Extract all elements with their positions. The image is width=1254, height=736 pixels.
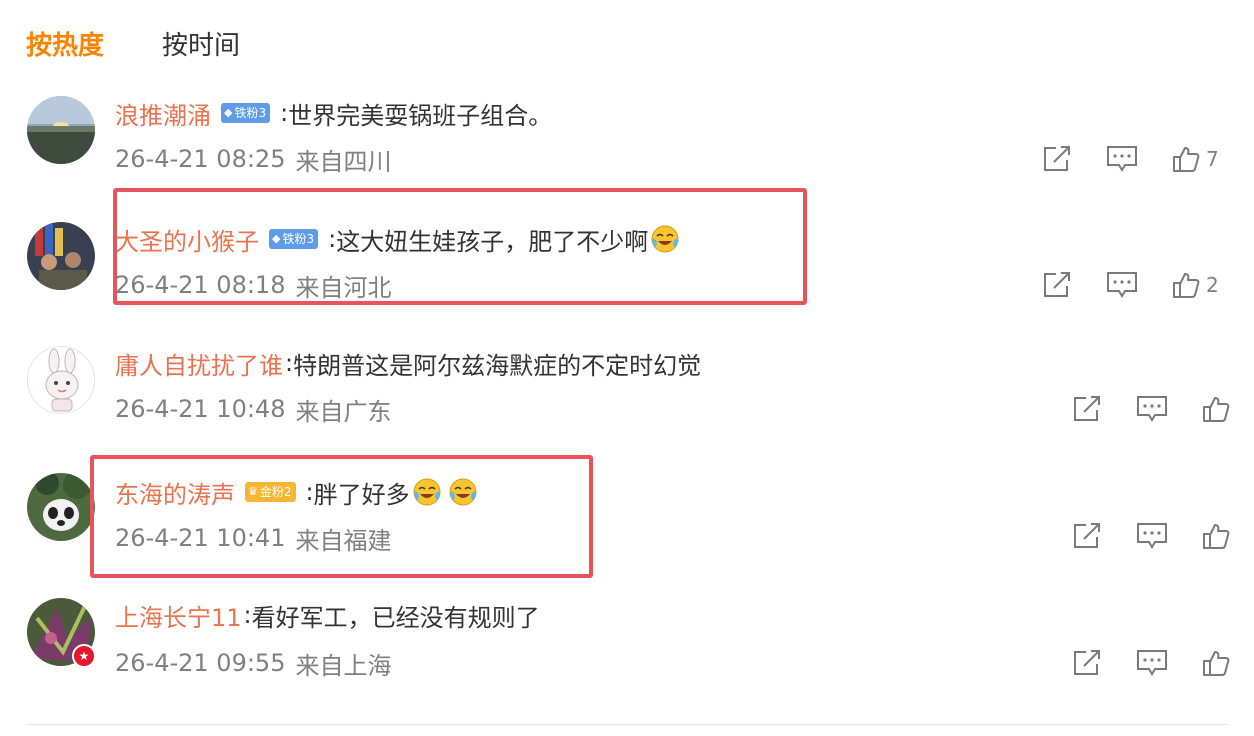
avatar[interactable] <box>27 222 95 290</box>
comment-meta: 26-4-21 10:41 来自福建 <box>115 521 391 555</box>
location: 来自福建 <box>295 526 392 555</box>
comment-line: 上海长宁11 : 看好军工，已经没有规则了 <box>115 598 540 632</box>
share-button[interactable] <box>1042 271 1072 299</box>
separator: : <box>243 601 252 629</box>
share-icon <box>1074 523 1100 548</box>
comment-item: 庸人自扰扰了谁 : 特朗普这是阿尔兹海默症的不定时幻觉 26-4-21 10:4… <box>0 346 1254 446</box>
separator: : <box>305 478 314 506</box>
share-button[interactable] <box>1072 395 1102 423</box>
reply-button[interactable] <box>1106 145 1138 173</box>
like-button[interactable] <box>1202 649 1230 677</box>
fan-badge[interactable]: ♛ 金粉2 <box>245 482 296 502</box>
comment-text: 看好军工，已经没有规则了 <box>251 603 540 632</box>
timestamp: 26-4-21 10:48 <box>115 395 286 423</box>
thumbs-up-icon <box>1203 397 1230 422</box>
sort-tabs: 按热度 按时间 <box>26 26 298 66</box>
comment-line: 浪推潮涌 ◆ 铁粉3 : 世界完美耍锅班子组合。 <box>115 96 552 130</box>
separator: : <box>328 225 337 253</box>
reply-button[interactable] <box>1136 649 1168 677</box>
like-button[interactable] <box>1202 395 1230 423</box>
comment-icon <box>1107 272 1137 298</box>
avatar[interactable] <box>27 346 95 414</box>
comment-actions: 2 <box>1042 268 1219 302</box>
comment-actions <box>1072 646 1230 680</box>
location: 来自河北 <box>295 273 392 302</box>
timestamp: 26-4-21 09:55 <box>115 649 286 677</box>
comment-meta: 26-4-21 08:25 来自四川 <box>115 142 391 176</box>
share-button[interactable] <box>1072 649 1102 677</box>
like-button[interactable] <box>1202 522 1230 550</box>
fan-badge[interactable]: ◆ 铁粉3 <box>269 229 319 249</box>
share-icon <box>1074 396 1100 421</box>
comment-line: 东海的涛声 ♛ 金粉2 : 胖了好多 <box>115 475 478 509</box>
share-icon <box>1044 272 1070 297</box>
comment-actions: 7 <box>1042 142 1219 176</box>
laugh-cry-emoji <box>449 478 477 506</box>
comment-text: 特朗普这是阿尔兹海默症的不定时幻觉 <box>293 351 702 380</box>
like-button[interactable]: 2 <box>1172 271 1219 299</box>
comment-icon <box>1137 396 1167 422</box>
fan-badge-label: 金粉2 <box>259 485 292 499</box>
diamond-icon: ◆ <box>272 232 281 245</box>
comment-text: 这大妞生娃孩子，肥了不少啊 <box>336 227 649 256</box>
comment-actions <box>1072 519 1230 553</box>
reply-button[interactable] <box>1106 271 1138 299</box>
comment-item: 东海的涛声 ♛ 金粉2 : 胖了好多 26-4-21 10:41 来自福建 <box>0 473 1254 573</box>
location: 来自广东 <box>295 397 392 426</box>
crown-icon: ♛ <box>248 485 258 498</box>
separator: : <box>280 99 289 127</box>
comment-icon <box>1137 650 1167 676</box>
username-link[interactable]: 庸人自扰扰了谁 <box>115 346 283 381</box>
fan-badge-label: 铁粉3 <box>234 106 267 120</box>
comment-line: 庸人自扰扰了谁 : 特朗普这是阿尔兹海默症的不定时幻觉 <box>115 346 701 380</box>
tab-sort-by-time[interactable]: 按时间 <box>162 28 240 64</box>
share-button[interactable] <box>1042 145 1072 173</box>
thumbs-up-icon <box>1173 147 1200 172</box>
like-button[interactable]: 7 <box>1172 145 1219 173</box>
comment-meta: 26-4-21 08:18 来自河北 <box>115 268 391 302</box>
verified-badge-icon: ★ <box>72 644 96 668</box>
like-count: 2 <box>1206 273 1219 297</box>
separator: : <box>285 349 294 377</box>
thumbs-up-icon <box>1203 651 1230 676</box>
laugh-cry-emoji <box>651 225 679 253</box>
username-link[interactable]: 大圣的小猴子 <box>115 222 259 257</box>
thumbs-up-icon <box>1203 524 1230 549</box>
fan-badge-label: 铁粉3 <box>282 232 315 246</box>
thumbs-up-icon <box>1173 273 1200 298</box>
location: 来自四川 <box>295 147 392 176</box>
diamond-icon: ◆ <box>224 106 233 119</box>
username-link[interactable]: 东海的涛声 <box>115 475 235 510</box>
laugh-cry-emoji <box>413 478 441 506</box>
reply-button[interactable] <box>1136 522 1168 550</box>
comment-icon <box>1137 523 1167 549</box>
share-button[interactable] <box>1072 522 1102 550</box>
comment-meta: 26-4-21 09:55 来自上海 <box>115 646 391 680</box>
timestamp: 26-4-21 10:41 <box>115 524 286 552</box>
comment-meta: 26-4-21 10:48 来自广东 <box>115 392 391 426</box>
comment-text: 世界完美耍锅班子组合。 <box>288 101 553 130</box>
comment-item: 大圣的小猴子 ◆ 铁粉3 : 这大妞生娃孩子，肥了不少啊 26-4-21 08:1… <box>0 222 1254 322</box>
share-icon <box>1044 146 1070 171</box>
tab-sort-by-hot[interactable]: 按热度 <box>26 28 104 64</box>
like-count: 7 <box>1206 147 1219 171</box>
comment-text: 胖了好多 <box>313 480 410 509</box>
timestamp: 26-4-21 08:25 <box>115 145 286 173</box>
share-icon <box>1074 650 1100 675</box>
reply-button[interactable] <box>1136 395 1168 423</box>
avatar[interactable] <box>27 473 95 541</box>
comment-item: ★ 上海长宁11 : 看好军工，已经没有规则了 26-4-21 09:55 来自… <box>0 598 1254 698</box>
location: 来自上海 <box>295 651 392 680</box>
comment-icon <box>1107 146 1137 172</box>
comment-line: 大圣的小猴子 ◆ 铁粉3 : 这大妞生娃孩子，肥了不少啊 <box>115 222 680 256</box>
comment-item: 浪推潮涌 ◆ 铁粉3 : 世界完美耍锅班子组合。 26-4-21 08:25 来自… <box>0 96 1254 196</box>
timestamp: 26-4-21 08:18 <box>115 271 286 299</box>
avatar[interactable] <box>27 96 95 164</box>
comment-actions <box>1072 392 1230 426</box>
username-link[interactable]: 上海长宁11 <box>115 598 242 633</box>
username-link[interactable]: 浪推潮涌 <box>115 96 211 131</box>
bottom-divider <box>26 724 1228 725</box>
fan-badge[interactable]: ◆ 铁粉3 <box>221 103 271 123</box>
